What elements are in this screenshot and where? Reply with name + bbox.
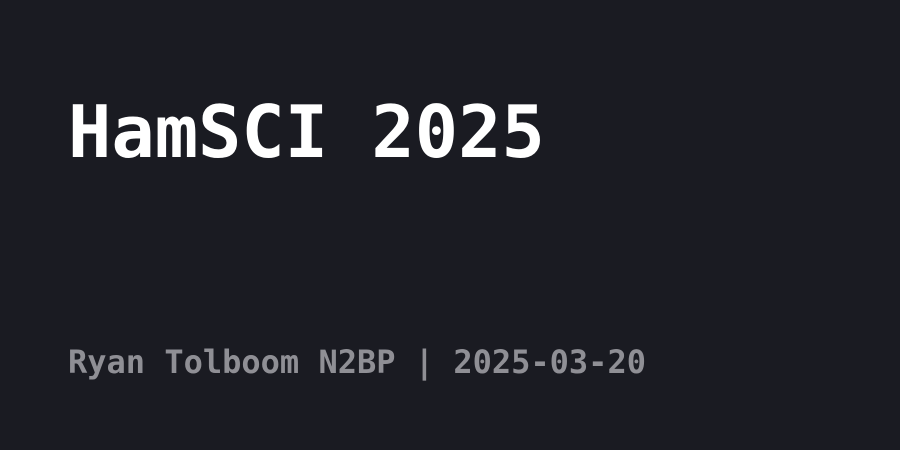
author-date-line: Ryan Tolboom N2BP | 2025-03-20 [68, 343, 646, 381]
title-card: HamSCI 2025 Ryan Tolboom N2BP | 2025-03-… [0, 0, 900, 450]
page-title: HamSCI 2025 [68, 90, 545, 174]
